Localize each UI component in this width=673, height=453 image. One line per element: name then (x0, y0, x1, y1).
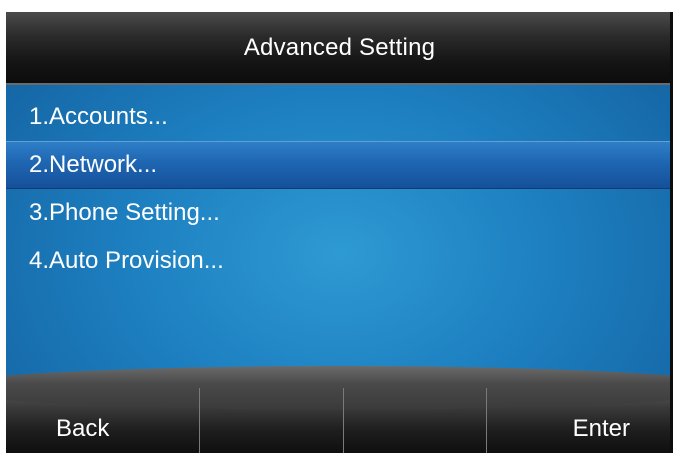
title-bar: Advanced Setting (6, 12, 673, 85)
phone-screen: Advanced Setting 1.Accounts... 2.Network… (6, 12, 673, 453)
enter-softkey[interactable]: Enter (487, 388, 673, 453)
menu-item-label: 1.Accounts... (29, 103, 168, 130)
menu-item-label: 4.Auto Provision... (29, 247, 224, 274)
menu-item-auto-provision[interactable]: 4.Auto Provision... (6, 237, 673, 285)
menu-item-phone-setting[interactable]: 3.Phone Setting... (6, 189, 673, 237)
back-softkey-label: Back (56, 415, 110, 442)
page-title: Advanced Setting (243, 33, 436, 61)
softkey-3[interactable] (344, 388, 488, 453)
softkey-2[interactable] (200, 388, 344, 453)
menu-item-label: 2.Network... (29, 151, 158, 178)
back-softkey[interactable]: Back (6, 388, 200, 453)
menu-list: 1.Accounts... 2.Network... 3.Phone Setti… (6, 93, 673, 285)
softkey-bar: Back Enter (6, 366, 673, 453)
softkey-row: Back Enter (6, 388, 673, 453)
menu-item-accounts[interactable]: 1.Accounts... (6, 93, 673, 141)
menu-item-label: 3.Phone Setting... (29, 199, 220, 226)
menu-item-network[interactable]: 2.Network... (6, 141, 673, 189)
enter-softkey-label: Enter (572, 415, 630, 442)
